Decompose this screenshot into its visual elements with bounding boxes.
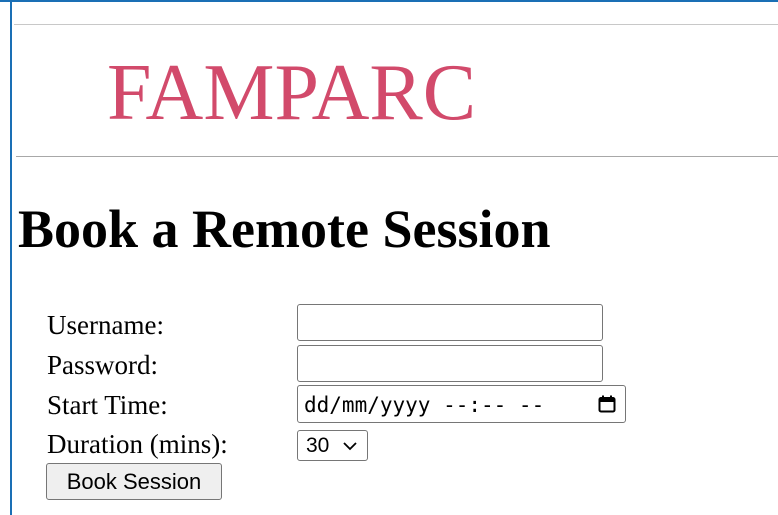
book-session-button[interactable]: Book Session [46, 463, 222, 500]
username-input[interactable] [297, 304, 603, 341]
window-frame-left [10, 0, 12, 515]
top-divider [14, 24, 778, 25]
header-divider [16, 156, 778, 157]
duration-label: Duration (mins): [47, 429, 228, 459]
start-time-placeholder: dd/mm/yyyy --:-- -- [304, 393, 545, 417]
username-label: Username: [47, 310, 164, 340]
calendar-icon[interactable] [598, 395, 616, 413]
page-title: Book a Remote Session [18, 199, 551, 259]
password-input[interactable] [297, 345, 603, 382]
chevron-down-icon [343, 442, 357, 451]
start-time-label: Start Time: [47, 390, 168, 420]
duration-select[interactable]: 30 [297, 430, 368, 461]
window-frame-top [0, 0, 778, 2]
start-time-input[interactable]: dd/mm/yyyy --:-- -- [297, 385, 626, 423]
duration-selected-value: 30 [306, 434, 330, 457]
famparc-logo: FAMPARC [107, 49, 477, 137]
password-label: Password: [47, 350, 159, 380]
